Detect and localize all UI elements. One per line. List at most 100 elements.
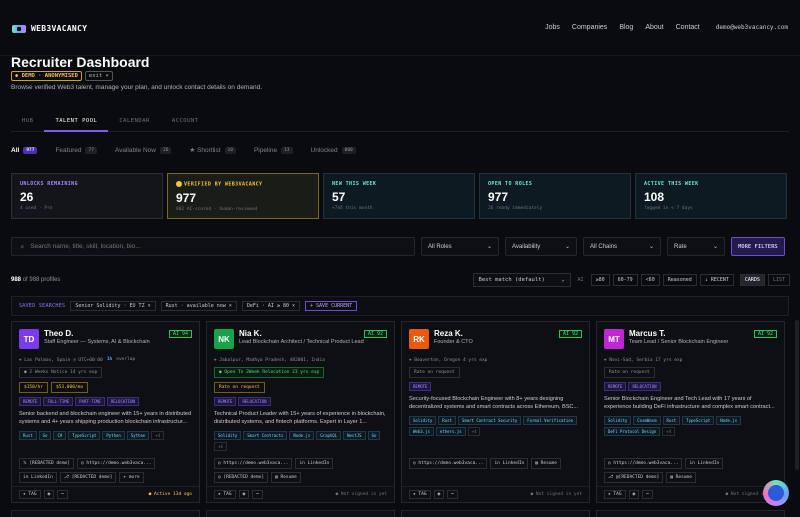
reasoned-chip[interactable]: Reasoned — [662, 274, 697, 286]
chains-select[interactable]: All Chains ⌄ — [583, 237, 661, 256]
availability-select[interactable]: Availability ⌄ — [505, 237, 577, 256]
nav-link-companies[interactable]: Companies — [572, 24, 607, 31]
profile-link[interactable]: ◎ https://demo.web3vaca... — [76, 458, 156, 469]
profile-link[interactable]: in LinkedIn — [685, 458, 724, 469]
saved-search-chip[interactable]: Senior Solidity · EU TZ × — [70, 301, 156, 311]
work-type-badge: RELOCATION — [238, 397, 271, 406]
tag-button[interactable]: ★ TAG — [214, 490, 236, 499]
skill-tag: Sython — [126, 431, 150, 440]
profile-link[interactable]: 𝕏 [REDACTED demo] — [19, 458, 74, 469]
rate-select[interactable]: Rate ⌄ — [667, 237, 725, 256]
subtab-unlocked[interactable]: Unlocked 000 — [311, 146, 356, 154]
talent-card[interactable]: MT Marcus T. Team Lead / Senior Blockchain… — [596, 321, 785, 503]
talent-card[interactable] — [206, 510, 395, 517]
nav-link-blog[interactable]: Blog — [619, 24, 633, 31]
nav-link-jobs[interactable]: Jobs — [545, 24, 560, 31]
view-icon[interactable]: ◉ — [238, 490, 250, 499]
tab-account[interactable]: ACCOUNT — [161, 113, 210, 131]
profile-link[interactable]: ◎ https://demo.web3vaca... — [604, 458, 683, 469]
brand-logo[interactable]: WEB3VACANCY — [12, 24, 87, 33]
talent-card[interactable] — [11, 510, 200, 517]
ai-score-low-chip[interactable]: <60 — [640, 274, 660, 286]
tag-button[interactable]: ★ TAG — [409, 490, 431, 499]
profile-link[interactable]: ◎ https://demo.web3vaca... — [214, 458, 293, 469]
sort-select[interactable]: Best match (default) ⌄ — [472, 273, 571, 287]
more-options-icon[interactable]: ⋯ — [252, 490, 263, 499]
talent-card[interactable] — [596, 510, 785, 517]
more-options-icon[interactable]: ⋯ — [447, 490, 458, 499]
ai-score-mid-chip[interactable]: 60-79 — [612, 274, 638, 286]
more-options-icon[interactable]: ⋯ — [57, 490, 68, 499]
profile-link[interactable]: ▤ Resume — [531, 458, 561, 469]
tab-talent-pool[interactable]: TALENT POOL — [44, 113, 109, 132]
talent-card[interactable]: TD Theo D. Staff Engineer — Systems, AI & … — [11, 321, 200, 503]
roles-select[interactable]: All Roles ⌄ — [421, 237, 499, 256]
subtab-featured[interactable]: Featured 77 — [55, 146, 97, 154]
stat-new-this-week[interactable]: NEW THIS WEEK 57 +744 this month — [323, 173, 475, 219]
skill-tag: Solidity — [409, 416, 437, 425]
candidate-role: Founder & CTO — [434, 339, 473, 345]
work-type-badge: REMOTE — [409, 382, 432, 391]
candidate-name[interactable]: Marcus T. — [629, 329, 728, 338]
profile-link[interactable]: in LinkedIn — [295, 458, 334, 469]
stat-active-this-week[interactable]: ACTIVE THIS WEEK 108 logged in < 7 days — [635, 173, 787, 219]
profile-link[interactable]: ◎ https://demo.web3vaca... — [409, 458, 488, 469]
view-icon[interactable]: ◉ — [628, 490, 640, 499]
talent-card[interactable] — [401, 510, 590, 517]
candidate-name[interactable]: Theo D. — [44, 329, 150, 338]
tag-button[interactable]: ★ TAG — [604, 490, 626, 499]
profile-link[interactable]: ⎇ @[REDACTED demo] — [604, 472, 664, 483]
candidate-name[interactable]: Nia K. — [239, 329, 364, 338]
list-view-toggle[interactable]: LIST — [767, 274, 790, 286]
more-options-icon[interactable]: ⋯ — [642, 490, 653, 499]
view-icon[interactable]: ◉ — [43, 490, 55, 499]
nav-link-about[interactable]: About — [645, 24, 663, 31]
skill-tag: Rust — [662, 416, 681, 425]
subtab-shortlist[interactable]: ★ Shortlist 10 — [189, 146, 236, 154]
search-input[interactable] — [30, 243, 406, 250]
skill-tag: GraphQL — [316, 431, 342, 440]
profile-link[interactable]: ◎ [REDACTED demo] — [214, 472, 269, 483]
ai-score-high-chip[interactable]: ≥80 — [590, 274, 610, 286]
search-box[interactable]: ⌕ — [11, 237, 415, 256]
scrollbar[interactable] — [795, 320, 799, 470]
chevron-down-icon: ⌄ — [712, 244, 718, 250]
chat-assistant-button[interactable] — [763, 480, 789, 506]
subtab-label: Featured — [55, 146, 82, 154]
tab-calendar[interactable]: CALENDAR — [108, 113, 161, 131]
stat-verified[interactable]: VERIFIED BY WEB3VACANCY 977 802 AI-score… — [167, 173, 319, 219]
subtab-all[interactable]: All 977 — [11, 146, 38, 154]
talent-card[interactable]: RK Reza K. Founder & CTO AI 92 ⌖ Beaverton, … — [401, 321, 590, 503]
profile-link[interactable]: in LinkedIn — [490, 458, 529, 469]
nav-link-contact[interactable]: Contact — [676, 24, 700, 31]
profile-link[interactable]: in LinkedIn — [19, 472, 57, 483]
account-email[interactable]: demo@web3vacancy.com — [716, 24, 788, 31]
tag-button[interactable]: ★ TAG — [19, 490, 41, 499]
recent-sort-chip[interactable]: ↓ RECENT — [699, 274, 734, 286]
cards-view-toggle[interactable]: CARDS — [739, 274, 765, 286]
tab-hub[interactable]: HUB — [11, 113, 44, 131]
subtab-count: 77 — [85, 146, 97, 154]
more-filters-button[interactable]: MORE FILTERS — [731, 237, 785, 256]
save-current-search-button[interactable]: + SAVE CURRENT — [305, 301, 358, 311]
view-icon[interactable]: ◉ — [433, 490, 445, 499]
profile-link[interactable]: ⎇ [REDACTED demo] — [59, 472, 117, 483]
subtab-available-now[interactable]: Available Now 26 — [115, 146, 172, 154]
exit-demo-button[interactable]: exit × — [84, 71, 113, 81]
stat-open-to-roles[interactable]: OPEN TO ROLES 977 26 ready immediately — [479, 173, 631, 219]
profile-link[interactable]: + more — [119, 472, 144, 483]
saved-search-chip[interactable]: DeFi · AI ≥ 80 × — [241, 301, 301, 311]
availability-notice: Rate on request — [409, 367, 460, 378]
sort-bar: Best match (default) ⌄ AI ≥80 60-79 <60 R… — [472, 273, 790, 287]
profile-link[interactable]: ▤ Resume — [666, 472, 696, 483]
candidate-bio: Senior Blockchain Engineer and Tech Lead… — [604, 396, 775, 410]
saved-search-chip[interactable]: Rust · available now × — [160, 301, 237, 311]
subtab-pipeline[interactable]: Pipeline 13 — [254, 146, 293, 154]
talent-card[interactable]: NK Nia K. Lead Blockchain Architect / Tech… — [206, 321, 395, 503]
stat-unlocks[interactable]: UNLOCKS REMAINING 26 4 used · Pro — [11, 173, 163, 219]
stat-value: 108 — [644, 190, 665, 204]
candidate-name[interactable]: Reza K. — [434, 329, 473, 338]
profile-link[interactable]: ▤ Resume — [271, 472, 301, 483]
results-total: of 988 profiles — [22, 277, 61, 283]
skill-tag: Python — [102, 431, 125, 440]
